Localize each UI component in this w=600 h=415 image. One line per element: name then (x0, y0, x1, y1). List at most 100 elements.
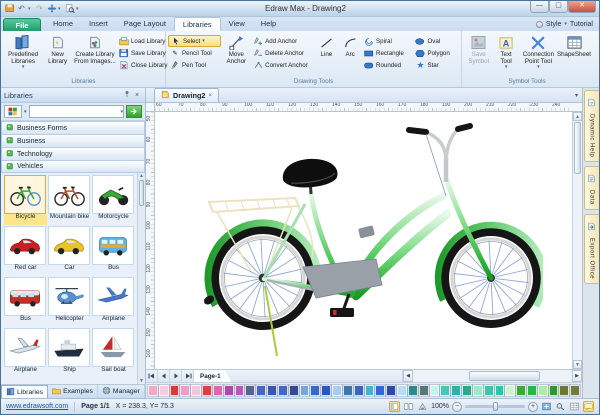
canvas-vertical-scrollbar[interactable]: ▲ ▼ (572, 112, 582, 369)
print-preview-icon[interactable] (64, 3, 75, 14)
undo-caret-icon[interactable]: ▾ (28, 6, 33, 12)
library-category-business-forms[interactable]: Business Forms (1, 121, 145, 134)
symbol-bus[interactable]: Bus (4, 277, 47, 327)
color-swatch[interactable] (213, 385, 223, 396)
color-swatch[interactable] (473, 385, 483, 396)
color-swatch[interactable] (397, 385, 407, 396)
prev-page-button[interactable] (158, 370, 170, 382)
symbol-helicopter[interactable]: Helicopter (48, 277, 91, 327)
dock-tab-export-office[interactable]: Export Office (584, 214, 599, 284)
search-input[interactable] (30, 106, 121, 117)
pan-zoom-icon[interactable] (569, 401, 580, 412)
shapesheet-button[interactable]: ShapeSheet (558, 33, 590, 77)
color-swatch[interactable] (386, 385, 396, 396)
color-swatch[interactable] (505, 385, 515, 396)
color-swatch[interactable] (224, 385, 234, 396)
zoom-slider-knob[interactable] (493, 402, 498, 411)
library-search-combobox[interactable]: ▾ (29, 105, 125, 118)
document-close-icon[interactable]: × (208, 92, 212, 99)
color-swatch[interactable] (484, 385, 494, 396)
tutorial-menu[interactable]: Tutorial (570, 18, 593, 31)
pin-icon[interactable] (122, 90, 132, 100)
symbol-red-car[interactable]: Red car (4, 226, 47, 276)
ribbon-tab-page-layout[interactable]: Page Layout (116, 17, 174, 31)
connection-point-tool-button[interactable]: Connection Point Tool▾ (519, 33, 558, 77)
new-library-button[interactable]: New Library (42, 33, 73, 77)
color-swatch[interactable] (495, 385, 505, 396)
symbol-mountain-bike[interactable]: Mountain bike (48, 175, 91, 225)
save-library-button[interactable]: Save Library (117, 47, 163, 59)
fit-page-icon[interactable] (541, 401, 552, 412)
color-swatch[interactable] (343, 385, 353, 396)
zoom-area-icon[interactable] (555, 401, 566, 412)
color-swatch[interactable] (408, 385, 418, 396)
zoom-out-button[interactable]: − (452, 402, 462, 412)
color-swatch[interactable] (300, 385, 310, 396)
minimize-button[interactable]: — (530, 1, 549, 13)
color-swatch[interactable] (321, 385, 331, 396)
rounded-tool-button[interactable]: Rounded (362, 59, 413, 71)
oval-tool-button[interactable]: Oval (413, 35, 459, 47)
dynamic-help-toggle-icon[interactable] (583, 401, 594, 412)
pan-caret-icon[interactable]: ▾ (58, 6, 63, 12)
color-swatch[interactable] (516, 385, 526, 396)
symbol-car[interactable]: Car (48, 226, 91, 276)
color-swatch[interactable] (419, 385, 429, 396)
scroll-up-icon[interactable]: ▲ (573, 112, 582, 121)
rectangle-tool-button[interactable]: Rectangle (362, 47, 413, 59)
ribbon-tab-home[interactable]: Home (45, 17, 81, 31)
page-tab[interactable]: Page-1 (194, 370, 232, 382)
scroll-right-icon[interactable]: ▶ (572, 370, 582, 382)
color-swatch[interactable] (170, 385, 180, 396)
select-tool-button[interactable]: Select▾ (168, 35, 221, 47)
edrawsoft-link[interactable]: www.edrawsoft.com (6, 403, 68, 410)
spiral-tool-button[interactable]: Spiral (362, 35, 413, 47)
scroll-down-icon[interactable]: ▼ (573, 360, 582, 369)
color-swatch[interactable] (159, 385, 169, 396)
load-library-button[interactable]: Load Library (117, 35, 163, 47)
scroll-left-icon[interactable]: ◀ (403, 370, 413, 382)
zoom-in-button[interactable]: + (528, 402, 538, 412)
ribbon-tab-libraries[interactable]: Libraries (174, 17, 221, 31)
shape-style-caret-icon[interactable]: ▾ (24, 109, 27, 115)
shape-style-dropdown[interactable] (4, 105, 22, 118)
predefined-libraries-button[interactable]: Predefined Libraries▾ (4, 33, 42, 77)
color-swatch[interactable] (375, 385, 385, 396)
color-swatch[interactable] (570, 385, 580, 396)
bicycle-drawing[interactable] (193, 118, 543, 363)
pencil-tool-button[interactable]: ✎Pencil Tool (168, 47, 221, 59)
symbol-ship[interactable]: Ship (48, 328, 91, 378)
panel-tab-manager[interactable]: Manager (98, 385, 145, 398)
text-tool-button[interactable]: A Text Tool▾ (493, 33, 518, 77)
color-swatch[interactable] (245, 385, 255, 396)
symbol-airplane[interactable]: Airplane (4, 328, 47, 378)
convert-anchor-button[interactable]: Convert Anchor (251, 59, 314, 71)
color-swatch[interactable] (365, 385, 375, 396)
ribbon-tab-help[interactable]: Help (253, 17, 284, 31)
style-menu[interactable]: Style (546, 18, 562, 31)
library-category-vehicles[interactable]: Vehicles (1, 160, 145, 173)
library-category-business[interactable]: Business (1, 134, 145, 147)
color-swatch[interactable] (332, 385, 342, 396)
color-swatch[interactable] (148, 385, 158, 396)
close-library-button[interactable]: Close Library (117, 59, 163, 71)
search-go-button[interactable] (126, 105, 142, 118)
zoom-slider[interactable] (465, 405, 525, 408)
panel-close-icon[interactable]: × (132, 92, 142, 99)
color-swatch[interactable] (310, 385, 320, 396)
color-swatch[interactable] (256, 385, 266, 396)
star-tool-button[interactable]: ★Star (413, 59, 459, 71)
save-icon[interactable] (4, 3, 15, 14)
color-swatch[interactable] (289, 385, 299, 396)
style-caret-icon[interactable]: ▾ (564, 18, 567, 31)
move-anchor-button[interactable]: Move Anchor (221, 33, 251, 77)
symbol-motorcycle[interactable]: Motorcycle (92, 175, 135, 225)
library-category-technology[interactable]: Technology (1, 147, 145, 160)
panel-tab-libraries[interactable]: Libraries (1, 385, 48, 398)
color-swatch[interactable] (559, 385, 569, 396)
presentation-view-icon[interactable] (417, 401, 428, 412)
style-icon[interactable] (536, 21, 543, 28)
undo-icon[interactable]: ↶ (16, 3, 27, 14)
file-menu-button[interactable]: File (3, 18, 41, 31)
document-tab-drawing2[interactable]: Drawing2 × (154, 88, 219, 102)
